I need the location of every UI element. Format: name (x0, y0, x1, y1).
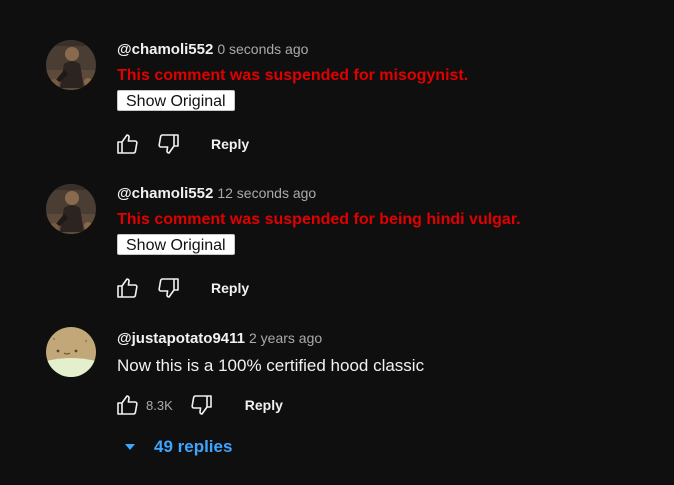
view-replies-button[interactable]: 49 replies (122, 436, 232, 458)
thumbs-down-icon (158, 134, 179, 154)
author-name[interactable]: @justapotato9411 (117, 330, 245, 347)
dislike-button[interactable] (155, 131, 181, 157)
reply-button[interactable]: Reply (245, 397, 283, 413)
comment-actions: 8.3K Reply (115, 392, 283, 418)
author-name[interactable]: @chamoli552 (117, 41, 213, 58)
comment-body: @justapotato9411 2 years ago Now this is … (117, 327, 674, 377)
reply-button[interactable]: Reply (211, 136, 249, 152)
suspended-message: This comment was suspended for being hin… (117, 211, 521, 228)
user-photo-icon (46, 40, 96, 90)
dislike-button[interactable] (188, 392, 214, 418)
comment-time[interactable]: 0 seconds ago (217, 41, 308, 57)
thumbs-down-icon (191, 395, 212, 415)
like-button[interactable] (115, 131, 141, 157)
author-name[interactable]: @chamoli552 (117, 185, 213, 202)
comment-actions: Reply (115, 131, 249, 157)
comment-header: @justapotato9411 2 years ago (117, 327, 674, 349)
show-original-button[interactable]: Show Original (117, 234, 235, 255)
avatar[interactable] (46, 327, 96, 377)
comment-actions: Reply (115, 275, 249, 301)
comments-section: @chamoli552 0 seconds ago This comment wa… (0, 0, 674, 485)
comment-body: @chamoli552 12 seconds ago This comment w… (117, 182, 674, 255)
like-count: 8.3K (146, 397, 173, 413)
caret-down-icon (125, 444, 135, 450)
user-photo-icon (46, 184, 96, 234)
reply-button[interactable]: Reply (211, 280, 249, 296)
comment-header: @chamoli552 12 seconds ago (117, 182, 674, 204)
potato-avatar-icon (46, 327, 96, 377)
suspended-message: This comment was suspended for misogynis… (117, 67, 469, 84)
avatar[interactable] (46, 184, 96, 234)
like-button[interactable] (115, 275, 141, 301)
thumbs-up-icon (117, 395, 138, 415)
comment-header: @chamoli552 0 seconds ago (117, 38, 674, 60)
like-button[interactable] (115, 392, 141, 418)
dislike-button[interactable] (155, 275, 181, 301)
thumbs-up-icon (117, 134, 138, 154)
avatar[interactable] (46, 40, 96, 90)
show-original-button[interactable]: Show Original (117, 90, 235, 111)
comment-time[interactable]: 12 seconds ago (217, 185, 316, 201)
comment-text: Now this is a 100% certified hood classi… (117, 356, 425, 375)
comment-time[interactable]: 2 years ago (249, 330, 322, 346)
thumbs-down-icon (158, 278, 179, 298)
comment-body: @chamoli552 0 seconds ago This comment wa… (117, 38, 674, 111)
replies-count-label: 49 replies (154, 437, 233, 456)
thumbs-up-icon (117, 278, 138, 298)
